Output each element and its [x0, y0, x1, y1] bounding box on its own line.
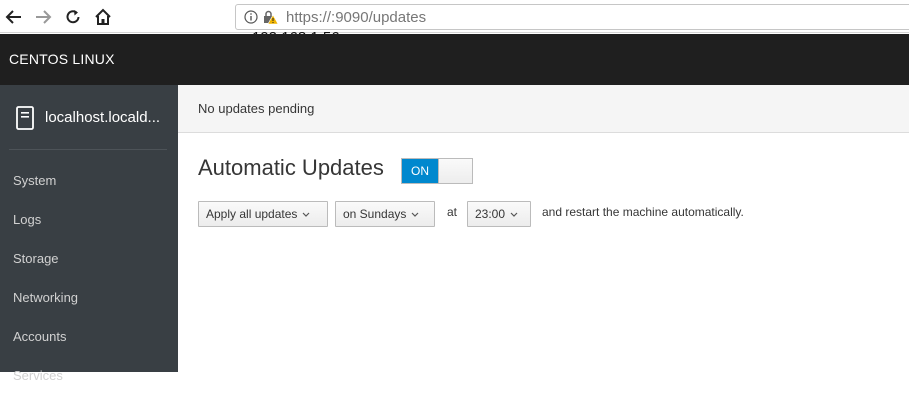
masthead: CENTOS LINUX — [0, 34, 909, 85]
url-bar[interactable]: https://192.168.1.56:9090/updates — [235, 4, 909, 47]
update-type-select[interactable]: Apply all updates — [198, 201, 328, 227]
at-label: at — [447, 205, 458, 219]
url-text[interactable]: https://192.168.1.56:9090/updates — [252, 9, 426, 47]
sidebar-item-services[interactable]: Services — [0, 356, 178, 395]
reload-icon[interactable] — [62, 6, 84, 28]
toggle-knob — [438, 159, 472, 183]
day-select[interactable]: on Sundays — [335, 201, 435, 227]
sidebar-item-storage[interactable]: Storage — [0, 239, 178, 278]
forward-arrow-icon[interactable] — [32, 6, 54, 28]
chevron-down-icon — [411, 212, 419, 217]
home-icon[interactable] — [92, 6, 114, 28]
host-switcher[interactable]: localhost.locald... — [0, 85, 178, 150]
brand-label: CENTOS LINUX — [9, 51, 115, 67]
restart-text: and restart the machine automatically. — [542, 205, 744, 219]
sidebar-divider — [9, 149, 167, 150]
toggle-on-label: ON — [402, 159, 438, 183]
automatic-updates-toggle[interactable]: ON — [401, 158, 473, 184]
sidebar-item-logs[interactable]: Logs — [0, 200, 178, 239]
sidebar-item-accounts[interactable]: Accounts — [0, 317, 178, 356]
time-select[interactable]: 23:00 — [467, 201, 531, 227]
update-status: No updates pending — [178, 85, 909, 133]
browser-toolbar: https://192.168.1.56:9090/updates — [0, 0, 909, 47]
automatic-updates-title: Automatic Updates — [198, 155, 384, 180]
main-content: No updates pending Automatic Updates ON … — [178, 85, 909, 372]
server-icon — [16, 105, 34, 130]
chevron-down-icon — [510, 212, 518, 217]
sidebar-item-networking[interactable]: Networking — [0, 278, 178, 317]
chevron-down-icon — [302, 212, 310, 217]
back-arrow-icon[interactable] — [3, 6, 25, 28]
host-name: localhost.locald... — [45, 109, 161, 126]
day-value: on Sundays — [343, 207, 407, 221]
time-value: 23:00 — [475, 207, 506, 221]
sidebar: localhost.locald... System Logs Storage … — [0, 85, 178, 383]
update-type-value: Apply all updates — [206, 207, 298, 221]
sidebar-item-system[interactable]: System — [0, 161, 178, 200]
